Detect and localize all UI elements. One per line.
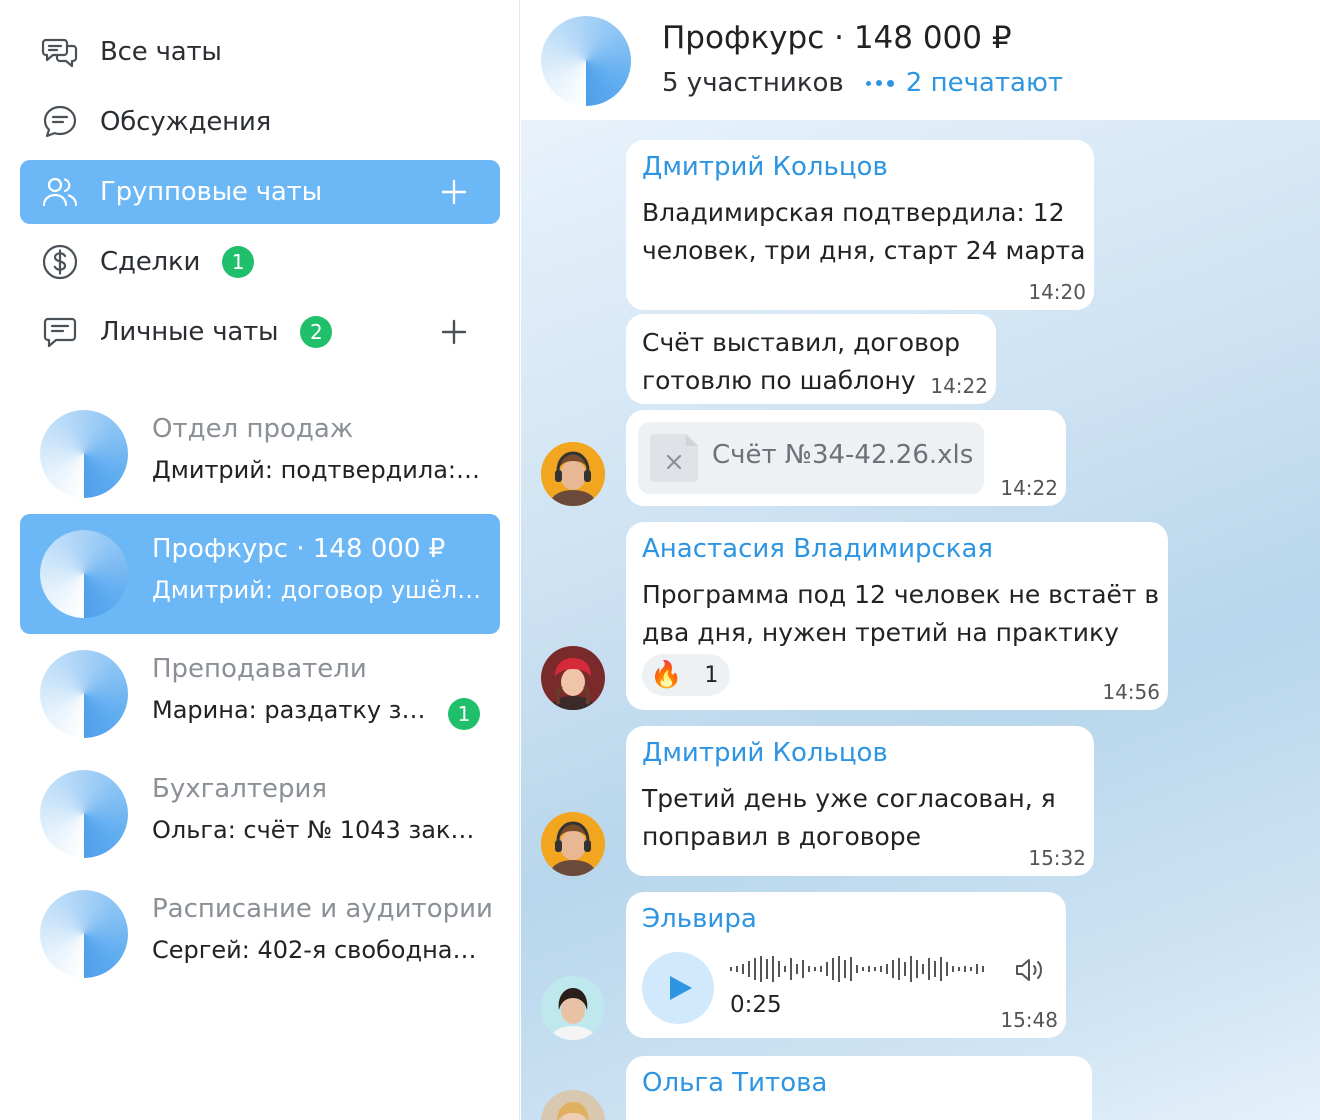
chat-preview: Дмитрий: договор ушёл на подпись [152,576,482,604]
nav-label: Сделки [100,247,201,277]
unread-badge: 1 [222,246,255,278]
chat-name: Профкурс · 148 000 ₽ [152,534,446,564]
message-time: 14:22 [1000,476,1058,500]
fire-icon: 🔥 [650,660,683,690]
message-author[interactable]: Анастасия Владимирская [642,534,993,564]
message-time: 15:48 [1000,1008,1058,1032]
group-avatar[interactable] [541,16,631,106]
message-author[interactable]: Дмитрий Кольцов [642,738,888,768]
chat-preview: Ольга: счёт № 1043 закрыт [152,816,482,844]
nav-label: Все чаты [100,37,222,67]
chat-header: Профкурс · 148 000 ₽ 5 участников 2 печа… [521,0,1320,120]
user-avatar-olga[interactable] [541,1090,605,1120]
message-time: 15:32 [1028,846,1086,870]
typing-indicator-icon [865,79,894,87]
chat-bubble-icon [40,312,80,352]
chat-list-item[interactable]: Расписание и аудитории Сергей: 402-я сво… [20,874,500,994]
volume-icon[interactable] [1014,956,1048,984]
chat-list-item[interactable]: Отдел продаж Дмитрий: подтвердила: 12 че… [20,394,500,514]
nav-item-personal-chats[interactable]: Личные чаты 2 [20,300,500,364]
user-avatar-dmitry[interactable] [541,812,605,876]
message-time: 14:20 [1028,280,1086,304]
unread-badge: 1 [448,698,480,730]
user-avatar-anastasia[interactable] [541,646,605,710]
add-group-chat-button[interactable] [438,176,470,208]
message-text: Счёт выставил, договор [642,328,960,357]
chat-preview: Сергей: 402-я свободна в среду [152,936,482,964]
add-personal-chat-button[interactable] [438,316,470,348]
message-text: поправил в договоре [642,822,922,851]
group-avatar [40,890,128,978]
play-icon [670,976,692,1000]
chat-list-item-active[interactable]: Профкурс · 148 000 ₽ Дмитрий: договор уш… [20,514,500,634]
message-bubble-voice[interactable]: Эльвира 0:25 15:48 [626,892,1066,1038]
file-icon [646,430,702,486]
nav-label: Обсуждения [100,107,272,137]
message-bubble-file[interactable]: Счёт №34-42.26.xls 14:22 [626,410,1066,506]
typing-status: 2 печатают [905,68,1063,98]
message-bubble[interactable]: Анастасия Владимирская Программа под 12 … [626,522,1168,710]
chat-preview: Марина: раздатку загрузила [152,696,427,724]
chat-name: Бухгалтерия [152,774,328,804]
sidebar: Все чаты Обсуждения Групповые чаты Сделк… [0,0,520,1120]
reaction-count: 1 [704,662,719,688]
group-avatar [40,410,128,498]
nav-label: Личные чаты [100,317,279,347]
dollar-icon [40,242,80,282]
nav-item-all-chats[interactable]: Все чаты [20,20,500,84]
message-bubble[interactable]: Ольга Титова [626,1056,1092,1120]
message-bubble[interactable]: Дмитрий Кольцов Третий день уже согласов… [626,726,1094,876]
voice-waveform[interactable] [730,956,990,982]
chat-list-item[interactable]: Бухгалтерия Ольга: счёт № 1043 закрыт [20,754,500,874]
message-author[interactable]: Дмитрий Кольцов [642,152,888,182]
message-time: 14:22 [930,374,988,398]
group-avatar [40,530,128,618]
chat-name: Расписание и аудитории [152,894,493,924]
members-count[interactable]: 5 участников [662,68,844,98]
reaction-chip[interactable]: 🔥 1 [642,654,730,696]
message-author[interactable]: Эльвира [642,904,757,934]
message-text: готовлю по шаблону [642,366,916,395]
file-attachment[interactable]: Счёт №34-42.26.xls [638,422,984,494]
message-time: 14:56 [1102,680,1160,704]
chat-title: Профкурс · 148 000 ₽ [662,20,1012,56]
nav-item-discussions[interactable]: Обсуждения [20,90,500,154]
message-text: Третий день уже согласован, я [642,784,1056,813]
chat-preview: Дмитрий: подтвердила: 12 человек [152,456,482,484]
discussion-icon [40,102,80,142]
message-author[interactable]: Ольга Титова [642,1068,827,1098]
unread-badge: 2 [300,316,333,348]
nav-label: Групповые чаты [100,177,322,207]
message-text: два дня, нужен третий на практику [642,618,1119,647]
group-avatar [40,650,128,738]
chat-list-item[interactable]: Преподаватели Марина: раздатку загрузила… [20,634,500,754]
message-bubble[interactable]: Дмитрий Кольцов Владимирская подтвердила… [626,140,1094,310]
chat-subtitle: 5 участников 2 печатают [662,68,1063,98]
message-text: Программа под 12 человек не встаёт в [642,580,1160,609]
chats-icon [40,32,80,72]
message-bubble[interactable]: Счёт выставил, договор готовлю по шаблон… [626,314,996,404]
group-avatar [40,770,128,858]
user-avatar-elvira[interactable] [541,976,605,1040]
file-name: Счёт №34-42.26.xls [712,440,974,470]
voice-duration: 0:25 [730,992,782,1018]
message-area[interactable]: Дмитрий Кольцов Владимирская подтвердила… [521,120,1320,1120]
chat-name: Отдел продаж [152,414,354,444]
message-text: Владимирская подтвердила: 12 [642,198,1065,227]
users-icon [40,172,80,212]
chat-name: Преподаватели [152,654,367,684]
nav-item-deals[interactable]: Сделки 1 [20,230,500,294]
nav-item-group-chats[interactable]: Групповые чаты [20,160,500,224]
user-avatar-dmitry[interactable] [541,442,605,506]
play-button[interactable] [642,952,714,1024]
message-text: человек, три дня, старт 24 марта [642,236,1086,265]
